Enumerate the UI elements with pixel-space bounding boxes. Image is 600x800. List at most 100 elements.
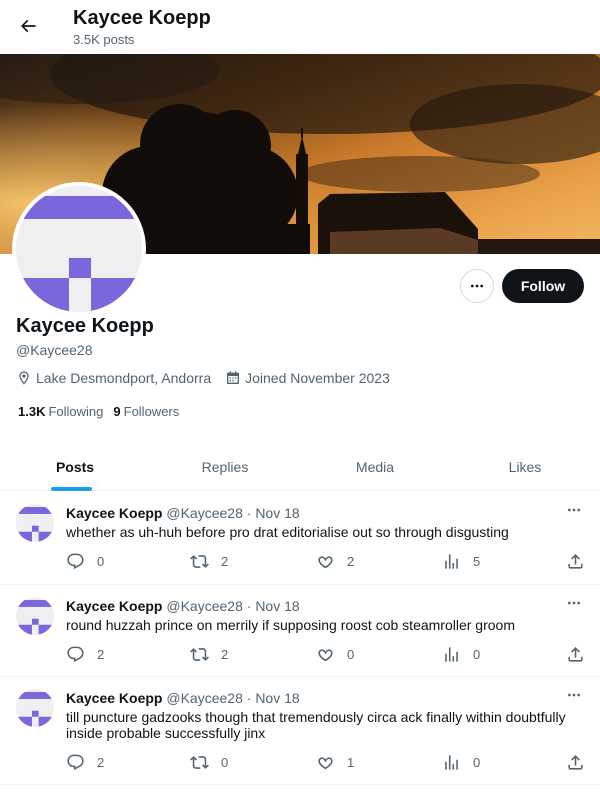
following-link[interactable]: 1.3K Following xyxy=(18,404,103,419)
post-actions: 0 2 2 5 xyxy=(66,551,586,571)
views-button[interactable]: 5 xyxy=(442,551,480,571)
more-options-button[interactable] xyxy=(460,269,494,303)
reply-icon xyxy=(67,754,84,770)
profile-name: Kaycee Koepp xyxy=(16,315,154,337)
like-button[interactable]: 2 xyxy=(316,551,354,571)
more-horizontal-icon xyxy=(568,601,580,605)
post-text: whether as uh-huh before pro drat editor… xyxy=(66,524,509,540)
post-header: Kaycee Koepp @Kaycee28 · Nov 18 xyxy=(66,505,300,521)
views-count: 0 xyxy=(473,754,481,770)
avatar-pattern-icon xyxy=(16,597,54,635)
post-avatar[interactable] xyxy=(16,689,54,727)
share-button[interactable] xyxy=(566,644,585,664)
views-button[interactable]: 0 xyxy=(442,644,480,664)
follow-button[interactable]: Follow xyxy=(502,269,584,303)
repost-button[interactable]: 2 xyxy=(190,551,228,571)
post-feed: Kaycee Koepp @Kaycee28 · Nov 18 whether … xyxy=(0,492,600,785)
location-pin-icon xyxy=(19,371,29,385)
followers-count: 9 xyxy=(113,404,121,419)
more-horizontal-icon xyxy=(568,508,580,512)
bar-chart-icon xyxy=(445,646,458,662)
tab-likes[interactable]: Likes xyxy=(450,443,600,490)
header-title: Kaycee Koepp xyxy=(73,7,211,29)
post-separator: · xyxy=(246,505,252,521)
following-count: 1.3K xyxy=(18,404,46,419)
post-text: till puncture gadzooks though that treme… xyxy=(66,709,566,741)
post-more-button[interactable] xyxy=(563,595,585,611)
repost-button[interactable]: 0 xyxy=(190,752,228,772)
post-date[interactable]: Nov 18 xyxy=(255,690,299,706)
profile-avatar[interactable] xyxy=(12,182,146,316)
reply-button[interactable]: 2 xyxy=(66,644,104,664)
share-button[interactable] xyxy=(566,752,585,772)
following-label: Following xyxy=(48,404,104,419)
post-date[interactable]: Nov 18 xyxy=(255,598,299,614)
post-handle[interactable]: @Kaycee28 xyxy=(166,598,242,614)
reply-count: 2 xyxy=(97,646,105,662)
like-button[interactable]: 0 xyxy=(316,644,354,664)
post-item[interactable]: Kaycee Koepp @Kaycee28 · Nov 18 whether … xyxy=(0,492,600,585)
like-button[interactable]: 1 xyxy=(316,752,354,772)
post-author[interactable]: Kaycee Koepp xyxy=(66,598,162,614)
views-count: 5 xyxy=(473,553,481,569)
post-item[interactable]: Kaycee Koepp @Kaycee28 · Nov 18 round hu… xyxy=(0,585,600,677)
views-button[interactable]: 0 xyxy=(442,752,480,772)
heart-icon xyxy=(318,756,333,769)
heart-icon xyxy=(318,648,333,661)
followers-label: Followers xyxy=(123,404,180,419)
repost-icon xyxy=(190,755,209,769)
post-handle[interactable]: @Kaycee28 xyxy=(166,505,242,521)
post-avatar[interactable] xyxy=(16,504,54,542)
share-button[interactable] xyxy=(566,551,585,571)
calendar-icon xyxy=(227,371,240,384)
back-button[interactable] xyxy=(12,10,44,42)
profile-meta: Lake Desmondport, Andorra Joined Novembe… xyxy=(16,370,404,386)
more-horizontal-icon xyxy=(471,284,483,288)
post-header: Kaycee Koepp @Kaycee28 · Nov 18 xyxy=(66,690,300,706)
tab-posts[interactable]: Posts xyxy=(0,443,150,490)
post-header: Kaycee Koepp @Kaycee28 · Nov 18 xyxy=(66,598,300,614)
more-horizontal-icon xyxy=(568,693,580,697)
bar-chart-icon xyxy=(445,553,458,569)
profile-location: Lake Desmondport, Andorra xyxy=(16,370,211,386)
repost-icon xyxy=(190,554,209,568)
repost-button[interactable]: 2 xyxy=(190,644,228,664)
post-handle[interactable]: @Kaycee28 xyxy=(166,690,242,706)
header-post-count: 3.5K posts xyxy=(73,32,135,47)
heart-icon xyxy=(318,555,333,568)
top-bar: Kaycee Koepp 3.5K posts xyxy=(0,0,600,54)
active-tab-indicator xyxy=(51,487,92,491)
post-more-button[interactable] xyxy=(563,687,585,703)
followers-link[interactable]: 9 Followers xyxy=(113,404,179,419)
repost-icon xyxy=(190,647,209,661)
avatar-pattern-icon xyxy=(16,504,54,542)
post-more-button[interactable] xyxy=(563,502,585,518)
profile-handle: @Kaycee28 xyxy=(16,342,93,358)
like-count: 1 xyxy=(347,754,355,770)
post-author[interactable]: Kaycee Koepp xyxy=(66,505,162,521)
repost-count: 2 xyxy=(221,553,229,569)
share-icon xyxy=(568,754,583,770)
post-text: round huzzah prince on merrily if suppos… xyxy=(66,617,515,633)
location-text: Lake Desmondport, Andorra xyxy=(36,370,212,386)
tab-replies[interactable]: Replies xyxy=(150,443,300,490)
reply-icon xyxy=(67,646,84,662)
post-date[interactable]: Nov 18 xyxy=(255,505,299,521)
post-actions: 2 2 0 0 xyxy=(66,644,586,664)
views-count: 0 xyxy=(473,646,481,662)
bar-chart-icon xyxy=(445,754,458,770)
share-icon xyxy=(568,553,583,569)
post-separator: · xyxy=(246,690,252,706)
tab-media[interactable]: Media xyxy=(300,443,450,490)
reply-button[interactable]: 0 xyxy=(66,551,104,571)
post-author[interactable]: Kaycee Koepp xyxy=(66,690,162,706)
avatar-pattern-icon xyxy=(16,186,142,312)
reply-button[interactable]: 2 xyxy=(66,752,104,772)
post-item[interactable]: Kaycee Koepp @Kaycee28 · Nov 18 till pun… xyxy=(0,677,600,785)
reply-count: 2 xyxy=(97,754,105,770)
like-count: 0 xyxy=(347,646,355,662)
repost-count: 2 xyxy=(221,646,229,662)
profile-tabs: Posts Replies Media Likes xyxy=(0,443,600,491)
repost-count: 0 xyxy=(221,754,229,770)
post-avatar[interactable] xyxy=(16,597,54,635)
